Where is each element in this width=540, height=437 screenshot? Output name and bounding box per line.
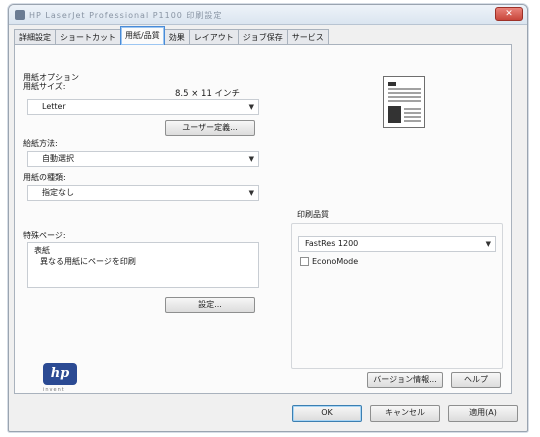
chevron-down-icon: ▼: [485, 240, 491, 248]
cancel-button[interactable]: キャンセル: [370, 405, 440, 422]
paper-size-select[interactable]: Letter ▼: [27, 99, 259, 115]
printer-icon: [15, 10, 25, 20]
document-preview-icon: [388, 82, 421, 123]
chevron-down-icon: ▼: [248, 155, 254, 163]
tab-job-storage[interactable]: ジョブ保存: [237, 29, 288, 45]
chevron-down-icon: ▼: [248, 103, 254, 111]
print-quality-group: FastRes 1200 ▼ EconoMode: [291, 223, 503, 369]
close-button[interactable]: ✕: [495, 7, 523, 21]
chevron-down-icon: ▼: [248, 189, 254, 197]
special-pages-settings-button[interactable]: 設定...: [165, 297, 255, 313]
custom-size-button[interactable]: ユーザー定義...: [165, 120, 255, 136]
economode-checkbox[interactable]: [300, 257, 309, 266]
title-bar: HP LaserJet Professional P1100 印刷設定 ✕: [9, 5, 527, 25]
economode-label: EconoMode: [312, 257, 359, 266]
hp-logo-tagline: invent: [43, 387, 65, 393]
paper-size-value: Letter: [42, 102, 66, 111]
paper-size-label: 用紙サイズ:: [23, 82, 66, 91]
page-preview-icon: [383, 76, 425, 128]
print-quality-value: FastRes 1200: [305, 239, 359, 248]
paper-size-dimensions: 8.5 × 11 インチ: [175, 89, 241, 99]
paper-type-label: 用紙の種類:: [23, 173, 66, 182]
paper-source-select[interactable]: 自動選択 ▼: [27, 151, 259, 167]
version-info-button[interactable]: バージョン情報...: [367, 372, 443, 388]
tab-paper-quality[interactable]: 用紙/品質: [120, 26, 165, 45]
apply-button[interactable]: 適用(A): [448, 405, 518, 422]
special-pages-list[interactable]: 表紙 異なる用紙にページを印刷: [27, 242, 259, 288]
tab-layout[interactable]: レイアウト: [188, 29, 239, 45]
hp-logo: hp: [43, 363, 77, 385]
paper-type-value: 指定なし: [42, 188, 74, 197]
tab-panel: 用紙オプション 用紙サイズ: 8.5 × 11 インチ Letter ▼ ユーザ…: [14, 44, 512, 394]
tab-strip: 詳細設定 ショートカット 用紙/品質 効果 レイアウト ジョブ保存 サービス: [14, 26, 329, 46]
tab-effects[interactable]: 効果: [163, 29, 190, 45]
tab-advanced[interactable]: 詳細設定: [14, 29, 56, 45]
special-pages-label: 特殊ページ:: [23, 231, 66, 240]
paper-source-label: 給紙方法:: [23, 139, 58, 148]
help-button[interactable]: ヘルプ: [451, 372, 501, 388]
tab-services[interactable]: サービス: [286, 29, 329, 45]
ok-button[interactable]: OK: [292, 405, 362, 422]
list-item[interactable]: 表紙: [28, 245, 258, 256]
print-quality-select[interactable]: FastRes 1200 ▼: [298, 236, 496, 252]
list-item[interactable]: 異なる用紙にページを印刷: [28, 256, 258, 267]
paper-source-value: 自動選択: [42, 154, 74, 163]
window-title: HP LaserJet Professional P1100 印刷設定: [29, 11, 223, 20]
paper-type-select[interactable]: 指定なし ▼: [27, 185, 259, 201]
tab-shortcuts[interactable]: ショートカット: [55, 29, 121, 45]
print-quality-label: 印刷品質: [297, 210, 329, 219]
